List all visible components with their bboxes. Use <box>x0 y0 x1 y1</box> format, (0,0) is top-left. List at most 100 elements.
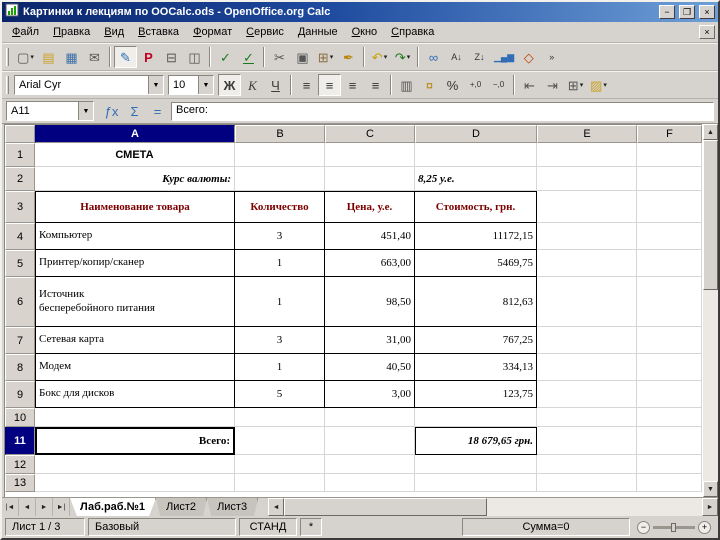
font-size-combobox[interactable]: 10 ▼ <box>168 75 214 95</box>
cell-E7[interactable] <box>537 327 637 354</box>
menu-view[interactable]: Вид <box>97 23 131 41</box>
menu-format[interactable]: Формат <box>186 23 239 41</box>
cell-D13[interactable] <box>415 474 537 492</box>
row-header-5[interactable]: 5 <box>5 250 35 277</box>
cell-C6[interactable]: 98,50 <box>325 277 415 327</box>
sheet-tab-1[interactable]: Лаб.раб.№1 <box>70 498 157 516</box>
cell-D12[interactable] <box>415 455 537 474</box>
decrease-indent-button[interactable]: ⇤ <box>518 74 541 96</box>
row-header-1[interactable]: 1 <box>5 143 35 167</box>
cell-B2[interactable] <box>235 167 325 191</box>
redo-button[interactable]: ↷ ▾ <box>391 46 414 68</box>
cell-A3[interactable]: Наименование товара <box>35 191 235 223</box>
cell-D4[interactable]: 11172,15 <box>415 223 537 250</box>
paste-button[interactable]: ⊞ ▾ <box>314 46 337 68</box>
bold-button[interactable]: Ж <box>218 74 241 96</box>
cell-B10[interactable] <box>235 408 325 427</box>
document-as-email-button[interactable]: ✉ <box>83 46 106 68</box>
cell-F13[interactable] <box>637 474 702 492</box>
vertical-scrollbar-thumb[interactable] <box>703 140 718 290</box>
cell-F2[interactable] <box>637 167 702 191</box>
cell-F3[interactable] <box>637 191 702 223</box>
name-box[interactable]: A11 ▼ <box>6 101 94 121</box>
cell-B7[interactable]: 3 <box>235 327 325 354</box>
menu-file[interactable]: Файл <box>5 23 46 41</box>
cell-D7[interactable]: 767,25 <box>415 327 537 354</box>
previous-sheet-button[interactable]: ◄ <box>19 498 36 516</box>
select-all-corner[interactable] <box>5 125 35 143</box>
menu-edit[interactable]: Правка <box>46 23 97 41</box>
cell-F7[interactable] <box>637 327 702 354</box>
minimize-button[interactable]: − <box>659 5 675 19</box>
export-pdf-button[interactable]: P <box>137 46 160 68</box>
formula-input-line[interactable]: Всего: <box>171 101 714 121</box>
row-header-10[interactable]: 10 <box>5 408 35 427</box>
cell-F8[interactable] <box>637 354 702 381</box>
cell-E6[interactable] <box>537 277 637 327</box>
row-header-2[interactable]: 2 <box>5 167 35 191</box>
cell-A6[interactable]: Источник бесперебойного питания <box>35 277 235 327</box>
cell-F4[interactable] <box>637 223 702 250</box>
cell-C13[interactable] <box>325 474 415 492</box>
cell-D5[interactable]: 5469,75 <box>415 250 537 277</box>
cell-A2[interactable]: Курс валюты: <box>35 167 235 191</box>
cell-C5[interactable]: 663,00 <box>325 250 415 277</box>
cell-C2[interactable] <box>325 167 415 191</box>
cell-B4[interactable]: 3 <box>235 223 325 250</box>
cell-D8[interactable]: 334,13 <box>415 354 537 381</box>
row-header-3[interactable]: 3 <box>5 191 35 223</box>
column-header-C[interactable]: C <box>325 125 415 143</box>
cell-B11[interactable] <box>235 427 325 455</box>
scroll-down-icon[interactable]: ▼ <box>703 481 718 497</box>
cell-C11[interactable] <box>325 427 415 455</box>
cell-A13[interactable] <box>35 474 235 492</box>
cell-B6[interactable]: 1 <box>235 277 325 327</box>
cell-B1[interactable] <box>235 143 325 167</box>
save-button[interactable]: ▦ <box>60 46 83 68</box>
first-sheet-button[interactable]: |◄ <box>2 498 19 516</box>
undo-button[interactable]: ↶ ▾ <box>368 46 391 68</box>
cell-B9[interactable]: 5 <box>235 381 325 408</box>
align-center-button[interactable]: ≡ <box>318 74 341 96</box>
cell-B5[interactable]: 1 <box>235 250 325 277</box>
cell-E5[interactable] <box>537 250 637 277</box>
cell-D3[interactable]: Стоимость, грн. <box>415 191 537 223</box>
number-format-delete-decimal-button[interactable]: −,0 <box>487 74 510 96</box>
row-header-4[interactable]: 4 <box>5 223 35 250</box>
format-paintbrush-button[interactable]: ✒ <box>337 46 360 68</box>
toolbar-grip[interactable] <box>6 48 9 66</box>
cell-C12[interactable] <box>325 455 415 474</box>
horizontal-scrollbar-track[interactable] <box>487 498 702 516</box>
cell-C3[interactable]: Цена, у.е. <box>325 191 415 223</box>
cell-A1[interactable]: СМЕТА <box>35 143 235 167</box>
edit-file-button[interactable]: ✎ <box>114 46 137 68</box>
close-button[interactable]: × <box>699 5 715 19</box>
vertical-scrollbar-track[interactable] <box>703 290 718 481</box>
cell-E2[interactable] <box>537 167 637 191</box>
menu-tools[interactable]: Сервис <box>239 23 291 41</box>
cell-F5[interactable] <box>637 250 702 277</box>
open-button[interactable]: ▤ <box>37 46 60 68</box>
cell-F10[interactable] <box>637 408 702 427</box>
cell-E9[interactable] <box>537 381 637 408</box>
italic-button[interactable]: К <box>241 74 264 96</box>
zoom-slider[interactable] <box>653 522 695 532</box>
chevron-down-icon[interactable]: ▼ <box>198 76 213 94</box>
cell-D2[interactable]: 8,25 у.е. <box>415 167 537 191</box>
toolbar-grip[interactable] <box>6 76 9 94</box>
document-close-button[interactable]: × <box>699 25 715 39</box>
menu-window[interactable]: Окно <box>345 23 385 41</box>
formula-button[interactable]: = <box>146 100 169 122</box>
cell-A5[interactable]: Принтер/копир/сканер <box>35 250 235 277</box>
sort-ascending-button[interactable]: A↓ <box>445 46 468 68</box>
restore-button[interactable]: ❐ <box>679 5 695 19</box>
status-selection-mode[interactable]: СТАНД <box>239 518 297 536</box>
spellcheck-button[interactable]: ✓ <box>214 46 237 68</box>
menu-insert[interactable]: Вставка <box>131 23 186 41</box>
underline-button[interactable]: Ч <box>264 74 287 96</box>
cell-D11[interactable]: 18 679,65 грн. <box>415 427 537 455</box>
cell-E12[interactable] <box>537 455 637 474</box>
cell-F9[interactable] <box>637 381 702 408</box>
row-header-11[interactable]: 11 <box>5 427 35 455</box>
status-page-style[interactable]: Базовый <box>88 518 236 536</box>
